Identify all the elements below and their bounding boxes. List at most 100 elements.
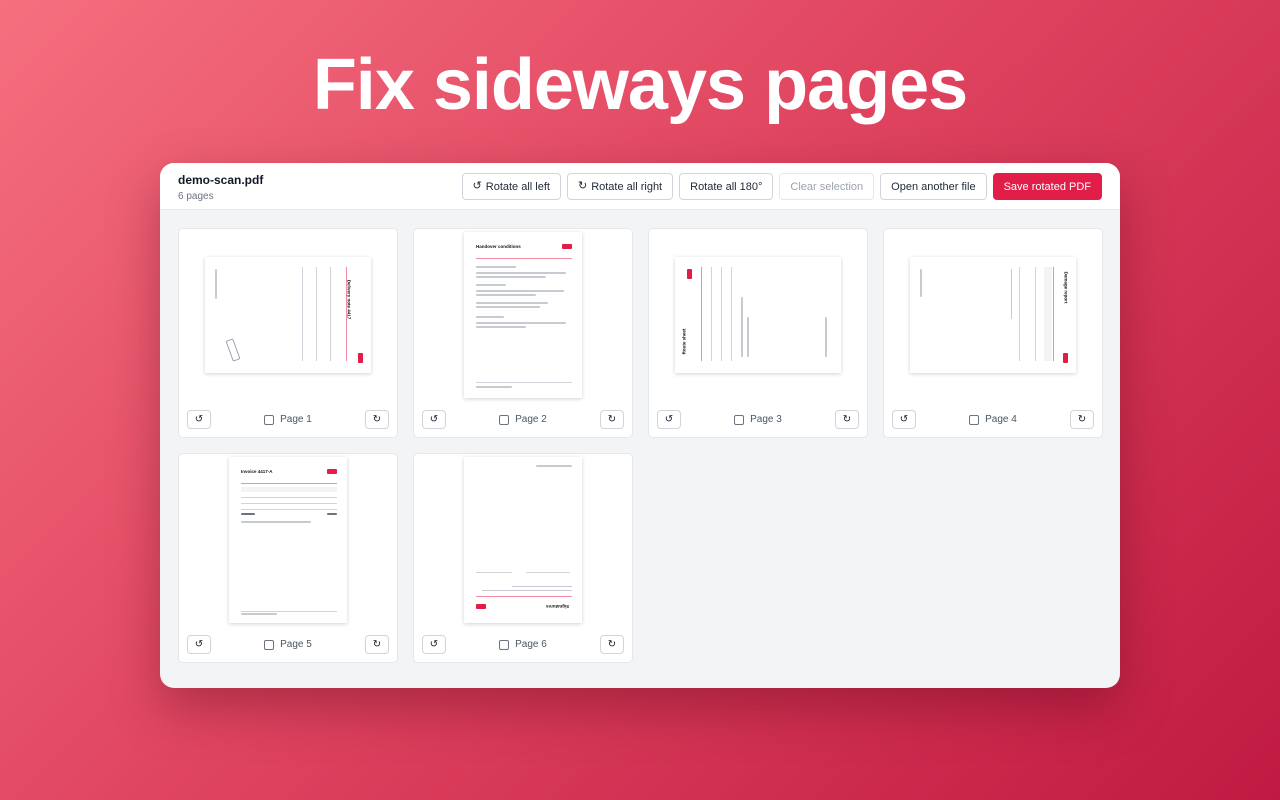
rotate-page-right-button[interactable]: ↻ [599,410,624,429]
page-thumbnail[interactable]: Signatures [464,457,582,623]
page-thumbnail[interactable]: Handover conditions [464,232,582,398]
doc-text [741,297,743,357]
rotate-ccw-icon: ↺ [429,414,439,425]
page-thumbnail-area: Handover conditions [414,229,632,401]
file-page-count: 6 pages [178,191,214,202]
rotate-page-left-button[interactable]: ↺ [187,635,211,654]
page-thumbnail[interactable]: Route sheet [675,257,841,373]
page-checkbox[interactable] [734,414,745,425]
page-card[interactable]: Invoice 4417-A ↺ Page 5 ↻ [178,453,398,663]
page-card-footer: ↺ Page 1 ↻ [187,410,389,429]
doc-line [711,267,712,361]
open-another-file-button[interactable]: Open another file [880,173,987,200]
page-select[interactable]: Page 5 [264,639,312,650]
rotate-page-right-button[interactable]: ↻ [364,410,389,429]
page-card[interactable]: Signatures ↺ Page 6 ↻ [413,453,633,663]
rotate-ccw-icon: ↺ [899,414,909,425]
rotate-ccw-icon: ↺ [664,414,674,425]
rotate-all-180-label: Rotate all 180° [690,180,763,193]
rotate-cw-icon: ↻ [607,414,617,425]
doc-title: Signatures [546,604,570,609]
doc-line [241,497,337,498]
rotate-page-right-button[interactable]: ↻ [364,635,389,654]
rotate-ccw-icon: ↺ [194,639,204,650]
page-card[interactable]: Route sheet ↺ Page 3 ↻ [648,228,868,438]
rotate-page-left-button[interactable]: ↺ [422,410,446,429]
doc-text [536,465,572,467]
page-checkbox[interactable] [499,414,510,425]
page-thumbnail-area: Delivery note 4417 [179,229,397,401]
doc-line [330,267,331,361]
doc-line [241,503,337,504]
doc-line [241,509,337,510]
page-select[interactable]: Page 2 [499,414,547,425]
page-label: Page 3 [750,414,782,425]
file-name: demo-scan.pdf [178,173,264,187]
rotate-page-right-button[interactable]: ↻ [834,410,859,429]
page-card-footer: ↺ Page 3 ↻ [657,410,859,429]
page-checkbox[interactable] [264,414,275,425]
rotate-cw-icon: ↻ [372,414,382,425]
doc-text [215,269,217,299]
doc-line [731,267,732,361]
page-thumbnail[interactable]: Delivery note 4417 [205,257,371,373]
doc-badge [1063,353,1068,363]
page-card[interactable]: Delivery note 4417 ↺ Page 1 ↻ [178,228,398,438]
rotate-page-left-button[interactable]: ↺ [892,410,916,429]
rotate-page-left-button[interactable]: ↺ [187,410,211,429]
page-label: Page 2 [515,414,547,425]
save-rotated-pdf-button[interactable]: Save rotated PDF [992,173,1102,200]
doc-line [721,267,722,361]
doc-text [920,269,922,297]
page-thumbnail[interactable]: Invoice 4417-A [229,457,347,623]
page-select[interactable]: Page 1 [264,414,312,425]
doc-line [316,267,317,361]
clear-selection-label: Clear selection [790,180,864,193]
page-thumbnail-area: Signatures [414,454,632,626]
rotate-ccw-icon: ↺ [472,180,482,192]
page-checkbox[interactable] [264,639,275,650]
rotate-page-right-button[interactable]: ↻ [1069,410,1094,429]
doc-line [476,382,572,383]
page-checkbox[interactable] [969,414,980,425]
doc-text [476,294,536,296]
doc-rule [476,596,572,597]
page-label: Page 6 [515,639,547,650]
page-select[interactable]: Page 4 [969,414,1017,425]
doc-column-shade [1044,267,1052,361]
page-thumbnail-area: Damage report [884,229,1102,401]
doc-text [825,317,827,357]
headline: Fix sideways pages [312,45,968,125]
doc-rule [701,267,702,361]
page-select[interactable]: Page 3 [734,414,782,425]
page-checkbox[interactable] [499,639,510,650]
doc-line [526,572,570,573]
page-label: Page 5 [280,639,312,650]
doc-line [302,267,303,361]
page-card-footer: ↺ Page 5 ↻ [187,635,389,654]
doc-title: Delivery note 4417 [346,279,352,320]
page-select[interactable]: Page 6 [499,639,547,650]
page-card[interactable]: Damage report ↺ Page 4 ↻ [883,228,1103,438]
rotate-page-left-button[interactable]: ↺ [422,635,446,654]
rotate-all-left-button[interactable]: ↺ Rotate all left [461,173,561,200]
page-thumbnail[interactable]: Damage report [910,257,1076,373]
doc-title: Handover conditions [476,244,521,249]
rotate-all-right-button[interactable]: ↻ Rotate all right [566,173,674,200]
rotate-cw-icon: ↻ [577,180,588,192]
doc-rule [476,258,572,259]
doc-text [476,326,526,328]
page-card[interactable]: Handover conditions ↺ Page 2 ↻ [413,228,633,438]
rotate-page-left-button[interactable]: ↺ [657,410,681,429]
rotate-all-180-button[interactable]: Rotate all 180° [679,173,774,200]
rotate-cw-icon: ↻ [372,639,382,650]
rotate-page-right-button[interactable]: ↻ [599,635,624,654]
doc-text [476,316,504,318]
clear-selection-button[interactable]: Clear selection [779,173,875,200]
page-card-footer: ↺ Page 6 ↻ [422,635,624,654]
rotate-ccw-icon: ↺ [429,639,439,650]
doc-line [476,572,512,573]
doc-text [747,317,749,357]
doc-text [1010,269,1012,319]
doc-text [476,386,512,388]
